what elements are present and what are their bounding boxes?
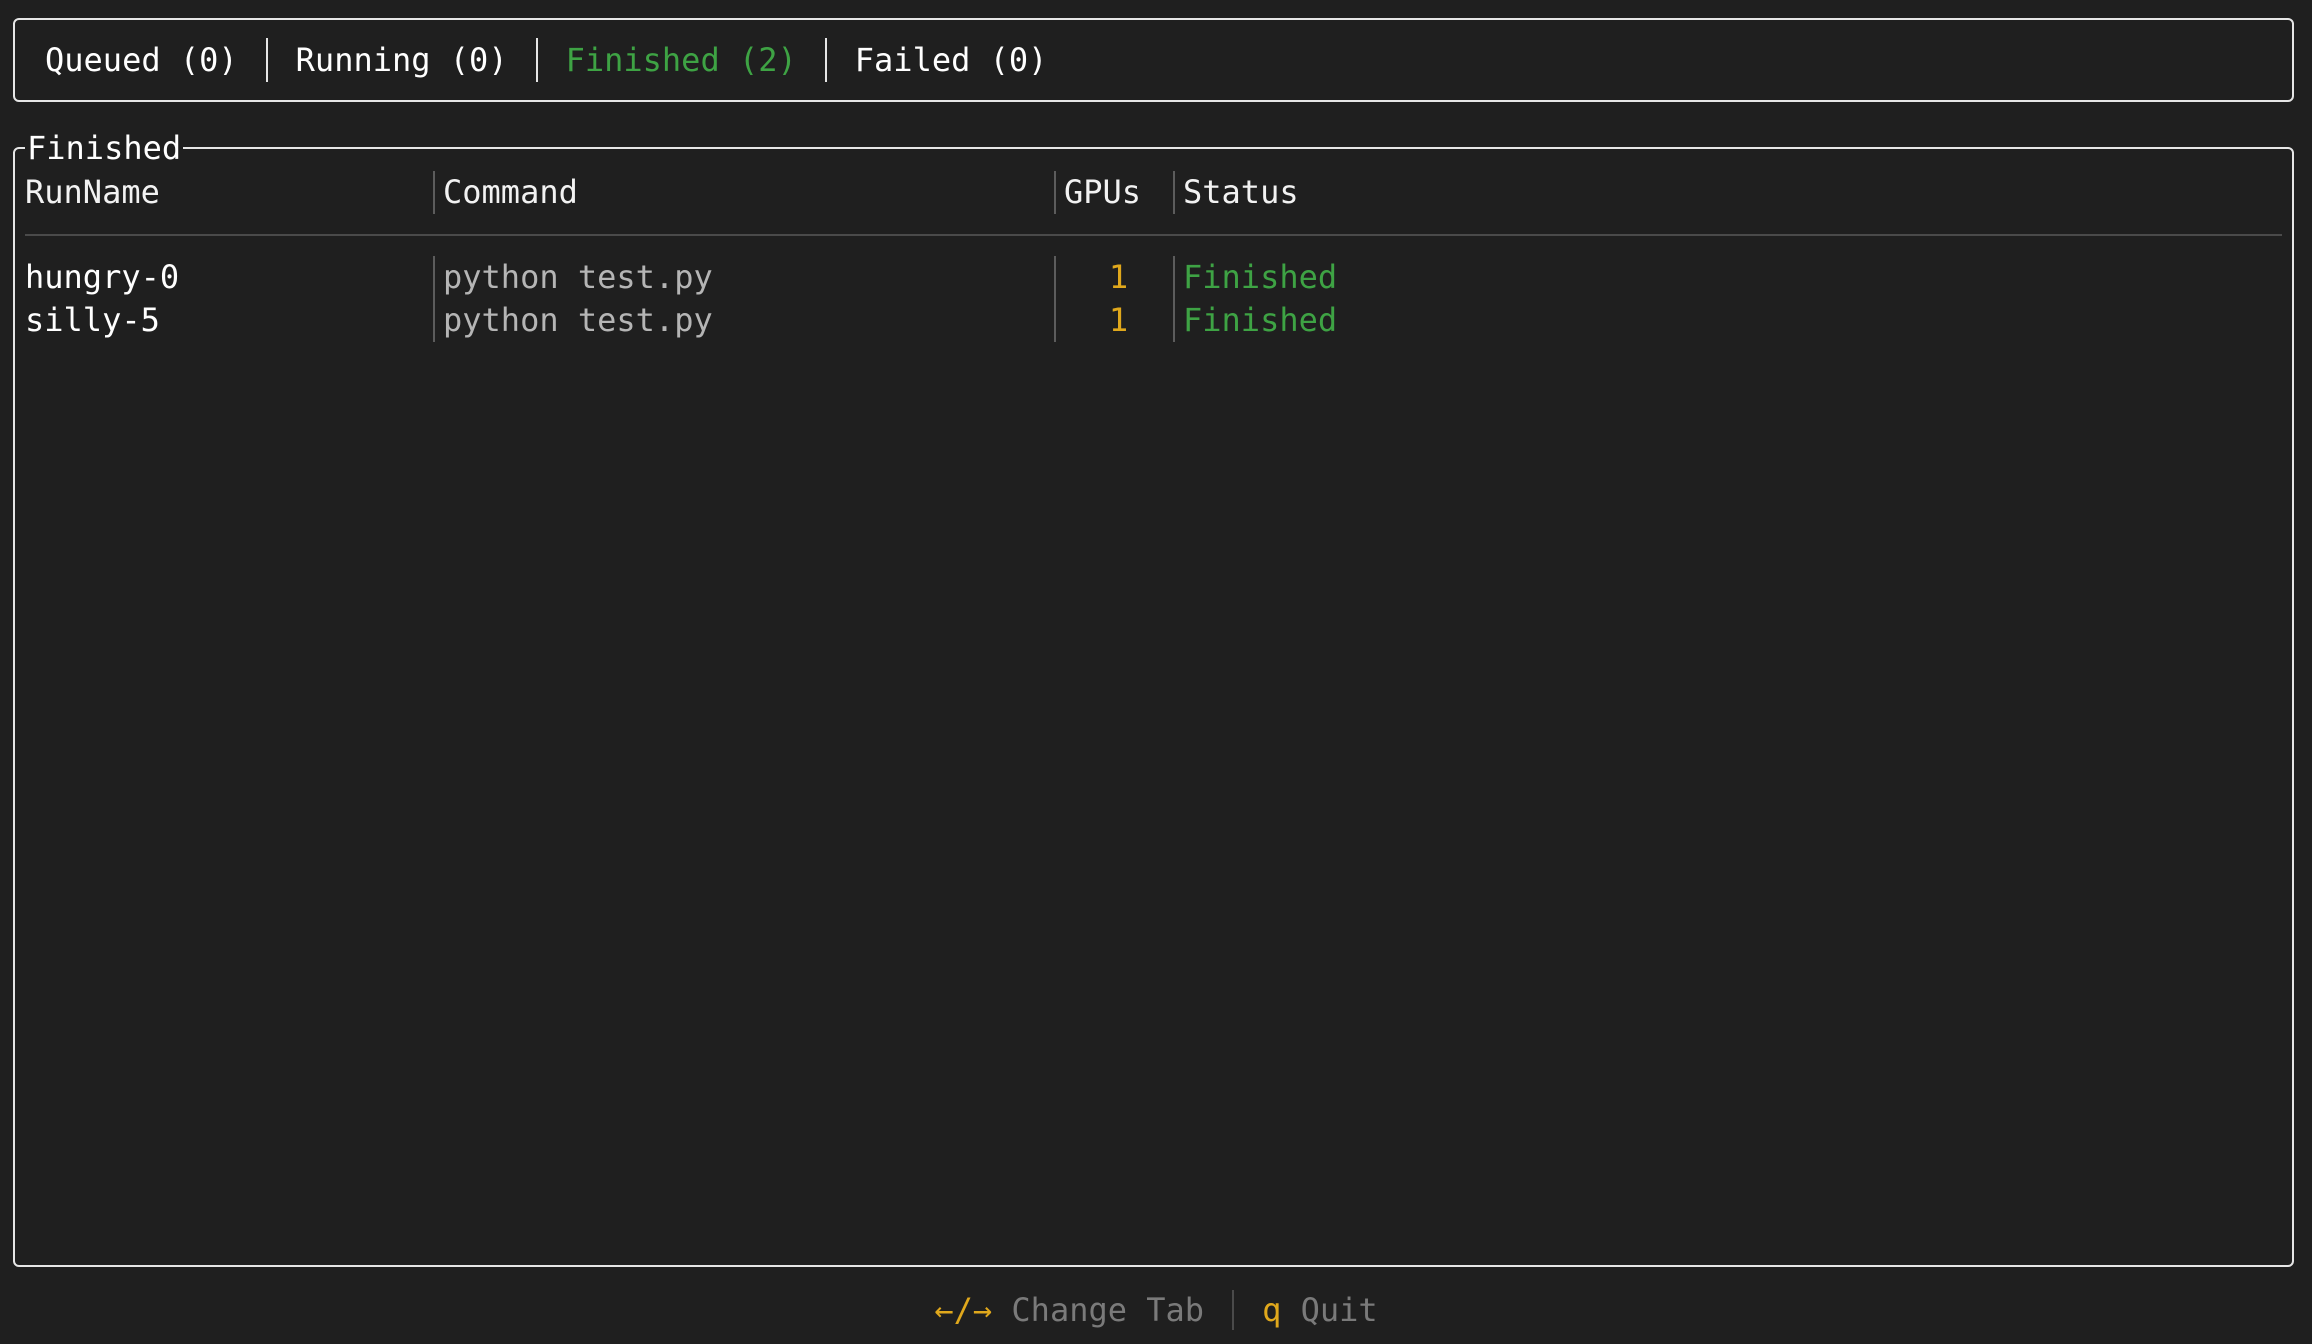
run-name-cell: silly-5 <box>25 301 160 339</box>
change-tab-label: Change Tab <box>1011 1291 1205 1329</box>
arrow-keys-icon: ←/→ <box>934 1291 993 1329</box>
column-header-command: Command <box>433 171 1054 214</box>
header-divider <box>25 234 2282 236</box>
tab-queued[interactable]: Queued (0) <box>45 41 238 79</box>
runs-panel: Finished RunName Command GPUs Status hun… <box>13 129 2294 1267</box>
column-header-runname: RunName <box>25 173 160 211</box>
command-cell: python test.py <box>433 256 1054 299</box>
panel-title: Finished <box>25 129 184 167</box>
table-header: RunName Command GPUs Status <box>25 171 2282 214</box>
quit-label: Quit <box>1300 1291 1378 1329</box>
status-cell: Finished <box>1173 256 2282 299</box>
run-name-cell: hungry-0 <box>25 258 180 296</box>
tab-divider <box>535 38 538 82</box>
table-row[interactable]: hungry-0 python test.py 1 Finished <box>25 256 2282 299</box>
command-cell: python test.py <box>433 299 1054 342</box>
table-row[interactable]: silly-5 python test.py 1 Finished <box>25 299 2282 342</box>
tab-divider <box>265 38 268 82</box>
tab-running[interactable]: Running (0) <box>296 41 508 79</box>
status-cell: Finished <box>1173 299 2282 342</box>
quit-hint: Quit <box>1281 1291 1378 1329</box>
tab-divider <box>824 38 827 82</box>
gpus-cell: 1 <box>1054 299 1173 342</box>
tab-finished[interactable]: Finished (2) <box>566 41 797 79</box>
gpus-cell: 1 <box>1054 256 1173 299</box>
quit-key: q <box>1262 1291 1282 1329</box>
runs-table: RunName Command GPUs Status hungry-0 pyt… <box>25 171 2282 342</box>
tab-bar: Queued (0) Running (0) Finished (2) Fail… <box>13 18 2294 102</box>
change-tab-hint: Change Tab <box>992 1291 1204 1329</box>
column-header-gpus: GPUs <box>1054 171 1173 214</box>
footer-divider <box>1232 1290 1235 1330</box>
tab-failed[interactable]: Failed (0) <box>855 41 1048 79</box>
column-header-status: Status <box>1173 171 2282 214</box>
key-hints-footer: ←/→ Change Tab q Quit <box>0 1290 2312 1330</box>
